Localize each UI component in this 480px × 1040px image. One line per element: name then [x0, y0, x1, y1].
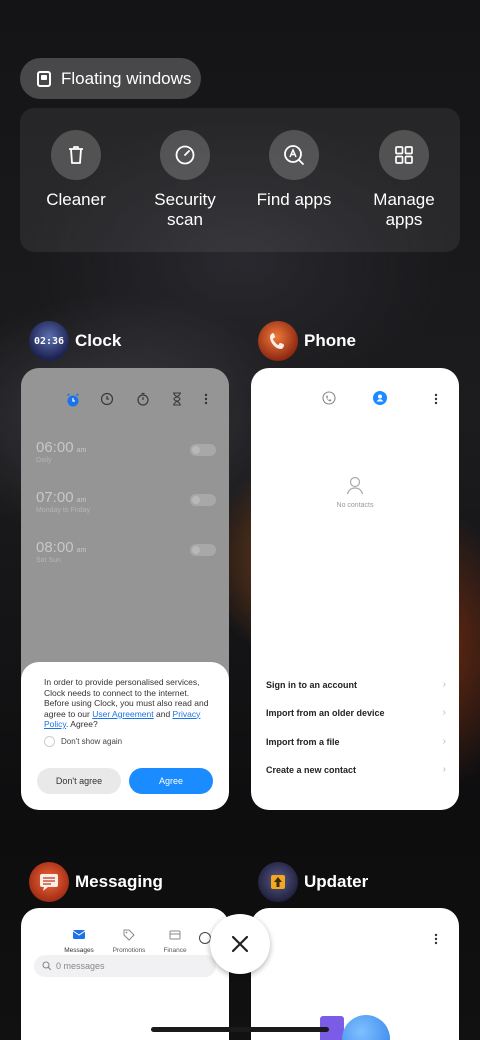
sign-in-account-option[interactable]: Sign in to an account ›	[266, 679, 446, 690]
phone-app-header[interactable]: Phone	[258, 321, 356, 361]
search-bar[interactable]: 0 messages	[34, 955, 216, 977]
security-scan-button[interactable]: Security scan	[130, 130, 240, 230]
dialog-message: In order to provide personalised service…	[44, 677, 209, 729]
search-placeholder: 0 messages	[56, 961, 105, 971]
more-options-icon[interactable]	[433, 932, 439, 946]
alarm-time: 07:00 am	[36, 489, 87, 506]
close-all-button[interactable]	[210, 914, 270, 974]
tab-messages[interactable]: Messages	[59, 928, 99, 954]
chevron-right-icon: ›	[442, 736, 446, 747]
phone-app-card[interactable]: No contacts Sign in to an account › Impor…	[251, 368, 459, 810]
floating-windows-button[interactable]: Floating windows	[20, 58, 201, 99]
trash-icon	[51, 130, 101, 180]
create-contact-option[interactable]: Create a new contact ›	[266, 764, 446, 775]
alarm-toggle[interactable]	[190, 444, 216, 456]
chevron-right-icon: ›	[442, 764, 446, 775]
empty-contacts-icon	[346, 476, 364, 495]
consent-dialog: In order to provide personalised service…	[21, 662, 229, 810]
timer-tab-icon[interactable]	[171, 392, 183, 406]
import-file-option[interactable]: Import from a file ›	[266, 736, 446, 747]
phone-app-icon	[258, 321, 298, 361]
no-contacts-text: No contacts	[336, 502, 374, 509]
messaging-app-card[interactable]: Messages Promotions Finance 0 messages	[21, 908, 229, 1040]
dont-show-label: Don't show again	[61, 736, 123, 746]
tab-label: Messages	[64, 947, 94, 954]
alarm-toggle[interactable]	[190, 494, 216, 506]
message-icon	[72, 930, 86, 939]
tab-label: Promotions	[112, 947, 146, 954]
chevron-right-icon: ›	[442, 679, 446, 690]
more-options-icon[interactable]	[203, 392, 209, 406]
updater-app-icon	[258, 862, 298, 902]
alarm-row[interactable]: 07:00 am Monday to Friday	[36, 489, 216, 514]
floating-windows-label: Floating windows	[61, 68, 192, 88]
search-icon	[42, 961, 52, 971]
user-agreement-link[interactable]: User Agreement	[92, 709, 153, 719]
clock-app-icon: 02:36	[29, 321, 69, 361]
app-name: Clock	[75, 331, 122, 350]
alarm-toggle[interactable]	[190, 544, 216, 556]
stopwatch-tab-icon[interactable]	[136, 392, 150, 406]
app-name: Updater	[304, 872, 369, 891]
alarm-row[interactable]: 06:00 am Daily	[36, 439, 216, 464]
tag-icon	[123, 929, 135, 941]
quick-tools-panel: Cleaner Security scan Find apps Manage a…	[20, 108, 460, 252]
alarm-tab-icon[interactable]	[65, 392, 81, 408]
gauge-icon	[160, 130, 210, 180]
close-icon	[231, 935, 249, 953]
alarm-row[interactable]: 08:00 am Sat Sun	[36, 539, 216, 564]
tool-label: Security scan	[154, 190, 216, 229]
find-apps-icon	[269, 130, 319, 180]
clock-app-card[interactable]: 06:00 am Daily 07:00 am Monday to Friday 0…	[21, 368, 229, 810]
import-older-device-option[interactable]: Import from an older device ›	[266, 707, 446, 718]
tab-finance[interactable]: Finance	[157, 928, 193, 954]
chevron-right-icon: ›	[442, 707, 446, 718]
manage-apps-button[interactable]: Manage apps	[349, 130, 459, 230]
tab-label: Finance	[163, 947, 187, 954]
agree-button[interactable]: Agree	[129, 768, 213, 794]
grid-icon	[379, 130, 429, 180]
updater-app-card[interactable]	[251, 908, 459, 1040]
dont-show-again-option[interactable]: Don't show again	[44, 735, 213, 747]
updater-app-header[interactable]: Updater	[258, 862, 368, 902]
dont-show-checkbox[interactable]	[44, 735, 55, 747]
alarm-repeat: Daily	[36, 457, 52, 464]
card-icon	[169, 930, 181, 940]
messaging-app-header[interactable]: Messaging	[29, 862, 163, 902]
clock-tab-icon[interactable]	[100, 392, 114, 406]
tab-promotions[interactable]: Promotions	[109, 928, 149, 954]
floating-window-icon	[37, 70, 51, 87]
app-name: Messaging	[75, 872, 163, 891]
app-name: Phone	[304, 331, 356, 350]
messaging-app-icon	[29, 862, 69, 902]
contacts-tab-icon[interactable]	[373, 391, 387, 405]
tool-label: Cleaner	[46, 190, 106, 209]
cleaner-button[interactable]: Cleaner	[21, 130, 131, 210]
find-apps-button[interactable]: Find apps	[239, 130, 349, 210]
recents-tab-icon[interactable]	[322, 391, 336, 405]
alarm-time: 06:00 am	[36, 439, 87, 456]
update-illustration-circle	[342, 1015, 390, 1040]
alarm-repeat: Sat Sun	[36, 557, 61, 564]
home-indicator[interactable]	[151, 1027, 329, 1032]
tool-label: Manage apps	[373, 190, 435, 229]
dont-agree-button[interactable]: Don't agree	[37, 768, 121, 794]
clock-app-header[interactable]: 02:36 Clock	[29, 321, 121, 361]
clock-icon-time: 02:36	[33, 335, 65, 347]
alarm-time: 08:00 am	[36, 539, 87, 556]
tool-label: Find apps	[256, 190, 332, 209]
more-options-icon[interactable]	[433, 392, 439, 406]
alarm-repeat: Monday to Friday	[36, 507, 91, 514]
